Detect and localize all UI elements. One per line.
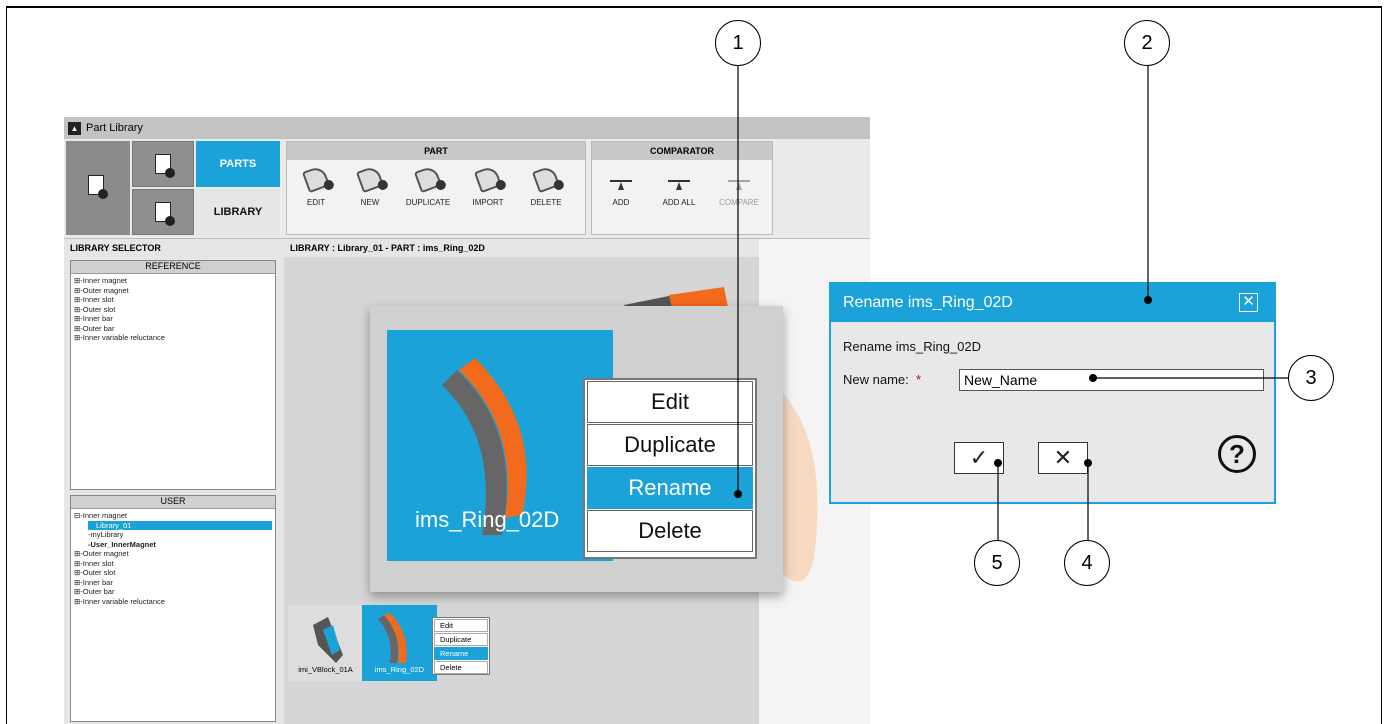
callout-3: 3: [1288, 355, 1334, 401]
callout-5: 5: [974, 540, 1020, 586]
callout-1: 1: [715, 20, 761, 66]
callout-4: 4: [1064, 540, 1110, 586]
callout-lines: [734, 64, 1288, 540]
callout-2: 2: [1124, 20, 1170, 66]
